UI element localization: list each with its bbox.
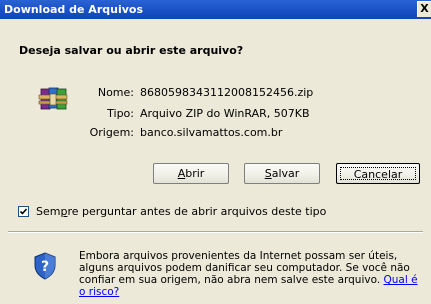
warning-text: Embora arquivos provenientes da Internet… [79,250,418,298]
separator [8,231,423,233]
always-ask-checkbox[interactable] [18,206,29,217]
checkmark-icon [19,208,28,215]
cancel-button[interactable]: Cancelar [336,163,420,184]
always-ask-label[interactable]: Sempre perguntar antes de abrir arquivos… [36,205,326,218]
file-type-value: Arquivo ZIP do WinRAR, 507KB [140,107,310,120]
save-button[interactable]: Salvar [244,163,320,184]
security-shield-icon: ? [34,252,56,280]
window-title: Download de Arquivos [4,3,143,16]
title-bar: Download de Arquivos X [0,0,431,19]
file-name-value: 8680598343112008152456.zip [140,86,314,99]
cancel-button-label: Cancelar [340,167,416,181]
open-button[interactable]: Abrir [153,163,229,184]
file-origin-label: Origem: [89,126,134,139]
winrar-archive-icon [38,87,68,110]
close-icon: X [420,2,429,15]
file-origin-value: banco.silvamattos.com.br [140,126,283,139]
dialog-heading: Deseja salvar ou abrir este arquivo? [19,44,244,57]
svg-text:?: ? [41,259,49,275]
file-type-label: Tipo: [107,107,134,120]
file-name-label: Nome: [97,86,134,99]
close-button[interactable]: X [417,1,431,17]
